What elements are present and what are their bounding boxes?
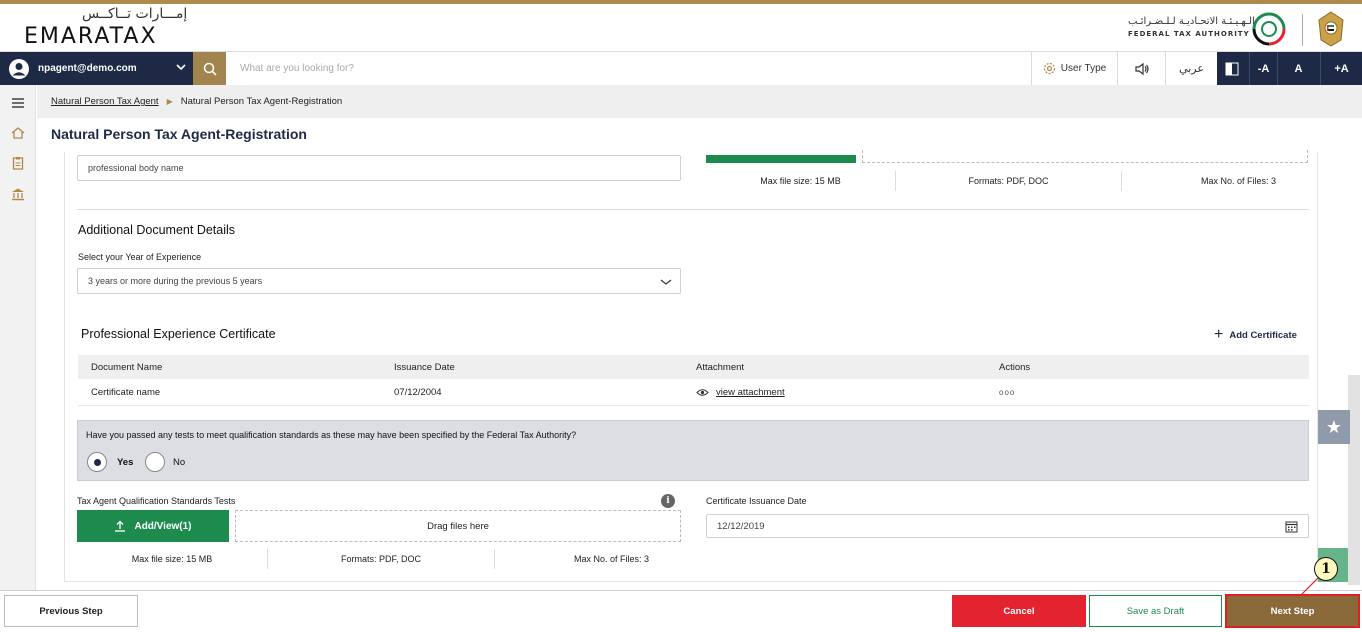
add-certificate-label: Add Certificate [1229, 329, 1297, 341]
max-files: Max No. of Files: 3 [573, 554, 649, 564]
left-sidebar [0, 85, 36, 590]
site-header: إمـــارات تــاكــس EMARATAX الـهـيـئـة ا… [0, 4, 1362, 52]
table-row: Certificate name 07/12/2004 view attachm… [78, 380, 1309, 406]
audio-button[interactable] [1117, 52, 1165, 85]
gear-icon [1043, 62, 1055, 75]
user-menu[interactable]: npagent@demo.com [0, 52, 193, 85]
add-certificate-button[interactable]: + Add Certificate [1214, 327, 1297, 343]
clipboard-icon[interactable] [10, 155, 26, 171]
contrast-icon [1225, 62, 1239, 75]
chevron-down-icon [660, 279, 672, 285]
upload-drop-zone-edge[interactable] [862, 150, 1308, 163]
search-button[interactable] [193, 52, 226, 85]
upload-button-label: Add/View(1) [134, 520, 192, 532]
col-attachment: Attachment [696, 361, 745, 373]
upload-button-edge[interactable] [706, 155, 856, 163]
add-view-upload-button[interactable]: Add/View(1) [77, 510, 229, 542]
experience-value: 3 years or more during the previous 5 ye… [88, 276, 263, 286]
chevron-down-icon [176, 64, 186, 71]
standards-upload-meta: Max file size: 15 MB Formats: PDF, DOC M… [77, 549, 681, 569]
header-divider [1302, 14, 1303, 46]
breadcrumb-parent-link[interactable]: Natural Person Tax Agent [51, 96, 159, 107]
breadcrumb-current: Natural Person Tax Agent-Registration [180, 96, 343, 107]
home-icon[interactable] [10, 125, 26, 141]
info-icon[interactable]: i [661, 494, 675, 508]
file-formats: Formats: PDF, DOC [896, 171, 1122, 191]
user-type-button[interactable]: User Type [1031, 52, 1117, 85]
top-upload-meta: Max file size: 15 MB Formats: PDF, DOC M… [706, 171, 1308, 191]
user-avatar-icon [9, 58, 29, 79]
user-type-label: User Type [1060, 63, 1107, 74]
qualification-question-panel: Have you passed any tests to meet qualif… [77, 420, 1309, 481]
col-actions: Actions [999, 361, 1031, 373]
standards-tests-label: Tax Agent Qualification Standards Tests [77, 496, 236, 506]
next-step-button[interactable]: Next Step [1225, 594, 1360, 628]
scrollbar-thumb[interactable] [1348, 375, 1360, 585]
certificate-table-header: Document Name Issuance Date Attachment A… [78, 355, 1309, 379]
certificate-date-value: 12/12/2019 [717, 520, 765, 532]
col-issuance-date: Issuance Date [394, 361, 455, 373]
fta-logo-icon [1252, 12, 1286, 46]
speaker-icon [1134, 62, 1149, 75]
yes-radio-label[interactable]: Yes [117, 457, 133, 468]
yes-radio[interactable] [87, 452, 107, 472]
language-toggle[interactable]: عربي [1165, 52, 1217, 85]
no-radio[interactable] [145, 452, 165, 472]
view-attachment-label: view attachment [716, 387, 785, 398]
max-file-size: Max file size: 15 MB [706, 171, 896, 191]
no-radio-label[interactable]: No [173, 457, 185, 468]
search-input[interactable] [226, 52, 1031, 85]
user-email: npagent@demo.com [38, 63, 137, 74]
cell-issuance-date: 07/12/2004 [394, 387, 442, 398]
col-document-name: Document Name [91, 361, 163, 373]
font-decrease-button[interactable]: -A [1249, 52, 1277, 85]
max-file-size: Max file size: 15 MB [77, 549, 268, 569]
page-title: Natural Person Tax Agent-Registration [51, 126, 307, 142]
upload-icon [115, 520, 126, 532]
contrast-toggle[interactable] [1217, 52, 1247, 85]
menu-icon[interactable] [10, 95, 26, 111]
bank-icon[interactable] [10, 186, 26, 202]
additional-docs-title: Additional Document Details [78, 223, 236, 237]
search-icon [203, 62, 217, 76]
cell-document-name: Certificate name [91, 387, 161, 398]
star-icon[interactable]: ★ [1318, 410, 1350, 444]
breadcrumb: Natural Person Tax Agent ▶ Natural Perso… [37, 85, 1362, 118]
eye-icon [696, 389, 709, 396]
certificate-date-input[interactable]: 12/12/2019 [706, 514, 1309, 538]
calendar-icon[interactable] [1285, 520, 1298, 533]
font-increase-button[interactable]: +A [1320, 52, 1362, 85]
authority-name-english: FEDERAL TAX AUTHORITY [1128, 30, 1250, 38]
file-formats: Formats: PDF, DOC [268, 549, 495, 569]
callout-badge: 1 [1314, 557, 1338, 581]
certificate-section-title: Professional Experience Certificate [81, 327, 276, 341]
breadcrumb-separator-icon: ▶ [166, 97, 173, 106]
max-files: Max No. of Files: 3 [1200, 176, 1276, 186]
qualification-question: Have you passed any tests to meet qualif… [86, 430, 577, 440]
row-actions-menu[interactable]: ooo [999, 380, 1015, 405]
footer-bar: Previous Step Cancel Save as Draft Next … [0, 590, 1362, 632]
save-draft-button[interactable]: Save as Draft [1089, 595, 1222, 627]
cancel-button[interactable]: Cancel [952, 595, 1086, 627]
app-root: إمـــارات تــاكــس EMARATAX الـهـيـئـة ا… [0, 0, 1362, 632]
previous-step-button[interactable]: Previous Step [4, 595, 138, 627]
view-attachment-link[interactable]: view attachment [696, 380, 785, 405]
uae-emblem-icon [1318, 11, 1344, 47]
file-drop-zone[interactable]: Drag files here [235, 510, 681, 542]
professional-body-field[interactable]: professional body name [77, 155, 681, 181]
plus-icon: + [1214, 326, 1224, 343]
logo-arabic: إمـــارات تــاكــس [82, 6, 188, 22]
top-toolbar: npagent@demo.com User Type [0, 52, 1362, 85]
experience-select[interactable]: 3 years or more during the previous 5 ye… [77, 268, 681, 294]
authority-name-arabic: الـهـيـئـة الاتحـاديـة لـلـضـرائـب [1128, 16, 1255, 27]
logo-english[interactable]: EMARATAX [24, 24, 158, 49]
experience-label: Select your Year of Experience [78, 252, 202, 262]
certificate-date-label: Certificate Issuance Date [706, 496, 807, 506]
section-divider [77, 209, 1309, 210]
font-reset-button[interactable]: A [1277, 52, 1319, 85]
